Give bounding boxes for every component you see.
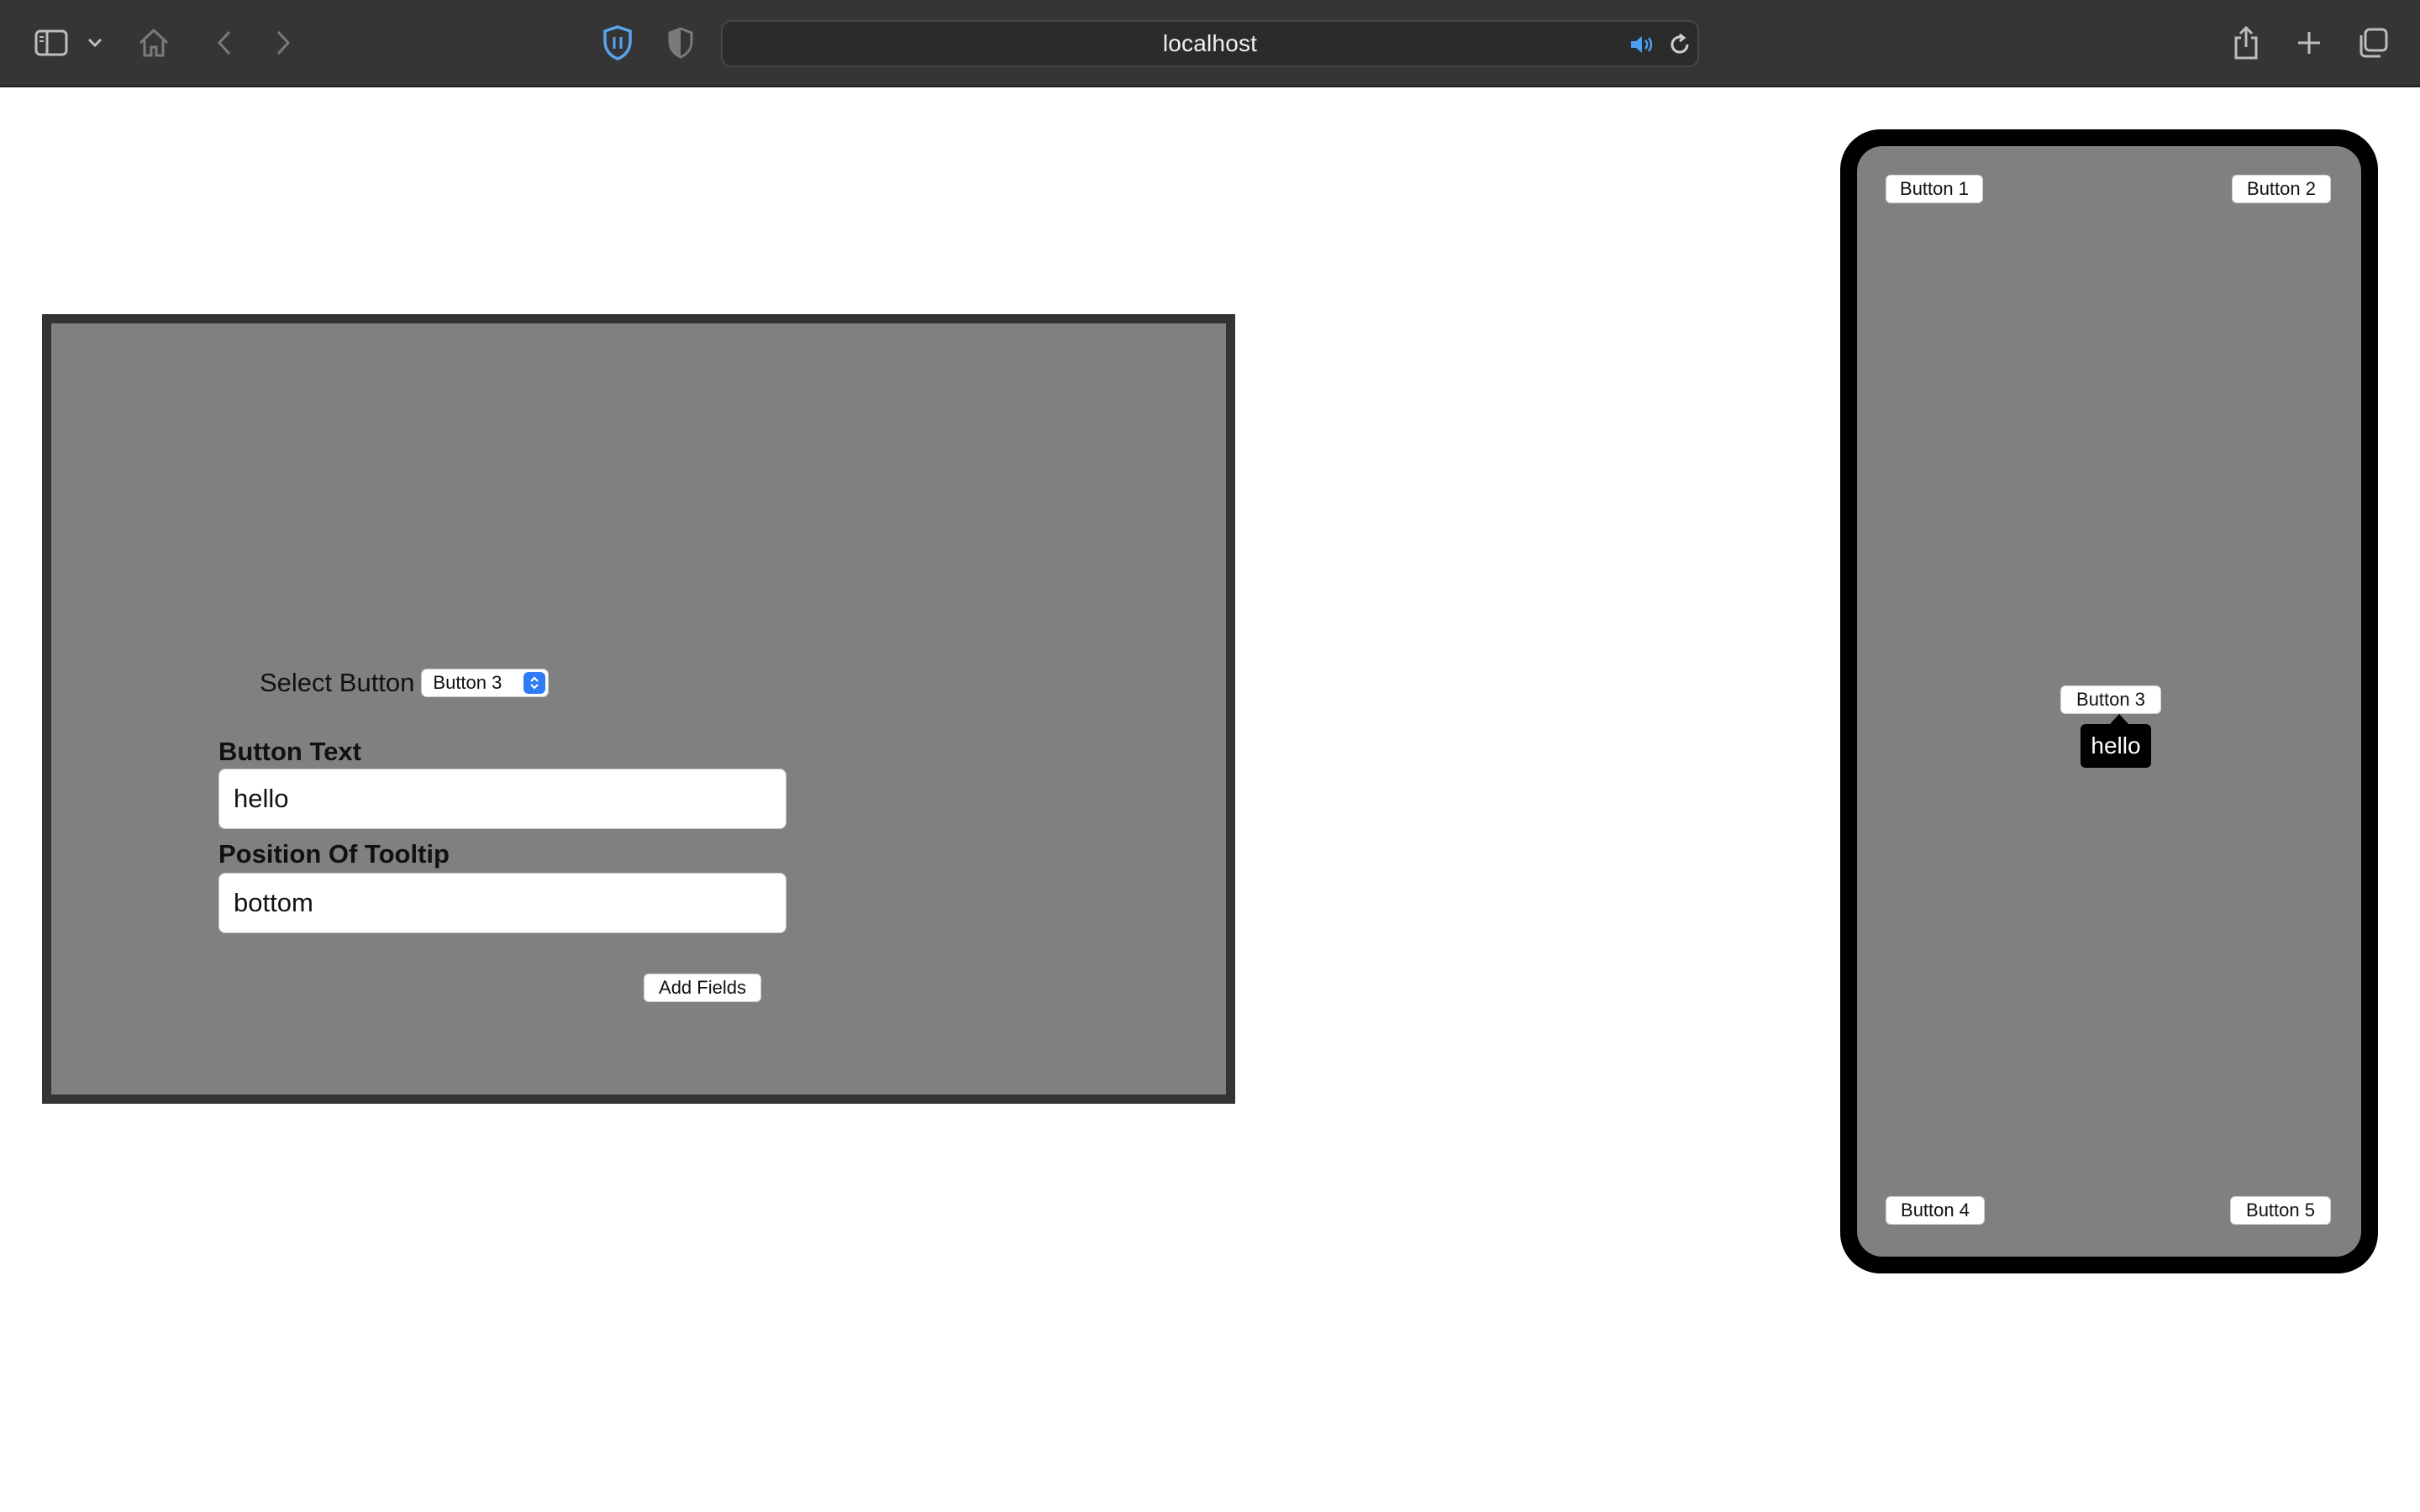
phone-preview-screen: Button 1 Button 2 Button 3 hello Button … — [1857, 146, 2361, 1257]
position-of-tooltip-input[interactable] — [218, 873, 786, 933]
preview-tooltip: hello — [2081, 724, 2151, 768]
share-icon[interactable] — [2228, 22, 2264, 64]
new-tab-icon[interactable] — [2292, 25, 2326, 60]
address-bar[interactable]: localhost — [721, 20, 1699, 67]
audio-playing-icon[interactable] — [1627, 30, 1655, 59]
home-icon[interactable] — [134, 24, 173, 62]
address-text: localhost — [1162, 30, 1258, 56]
position-of-tooltip-label: Position Of Tooltip — [218, 839, 450, 869]
select-button-value: Button 3 — [433, 672, 502, 693]
sidebar-toggle-icon[interactable] — [32, 25, 71, 60]
password-manager-shield-icon[interactable] — [598, 22, 637, 64]
preview-button-5[interactable]: Button 5 — [2230, 1196, 2331, 1225]
chevron-down-icon[interactable] — [84, 32, 106, 54]
preview-button-2[interactable]: Button 2 — [2232, 175, 2331, 203]
add-fields-button[interactable]: Add Fields — [644, 974, 761, 1002]
back-icon[interactable] — [210, 25, 239, 60]
phone-preview-frame: Button 1 Button 2 Button 3 hello Button … — [1840, 129, 2378, 1273]
preview-button-1[interactable]: Button 1 — [1886, 175, 1983, 203]
select-button-dropdown[interactable]: Button 3 — [421, 669, 550, 697]
select-button-label: Select Button — [260, 668, 415, 697]
button-text-label: Button Text — [218, 737, 361, 766]
privacy-shield-icon[interactable] — [664, 24, 697, 62]
tooltip-editor-panel: Select Button Button 3 Button Text Posit… — [42, 314, 1235, 1104]
button-text-input[interactable] — [218, 769, 786, 829]
preview-button-4[interactable]: Button 4 — [1886, 1196, 1985, 1225]
preview-button-3[interactable]: Button 3 — [2060, 685, 2161, 714]
reload-icon[interactable] — [1665, 30, 1694, 59]
browser-toolbar: localhost — [0, 0, 2420, 87]
forward-icon[interactable] — [269, 25, 297, 60]
chevron-up-down-icon — [523, 672, 546, 694]
tab-overview-icon[interactable] — [2354, 24, 2391, 62]
select-button-row: Select Button Button 3 — [260, 668, 550, 698]
